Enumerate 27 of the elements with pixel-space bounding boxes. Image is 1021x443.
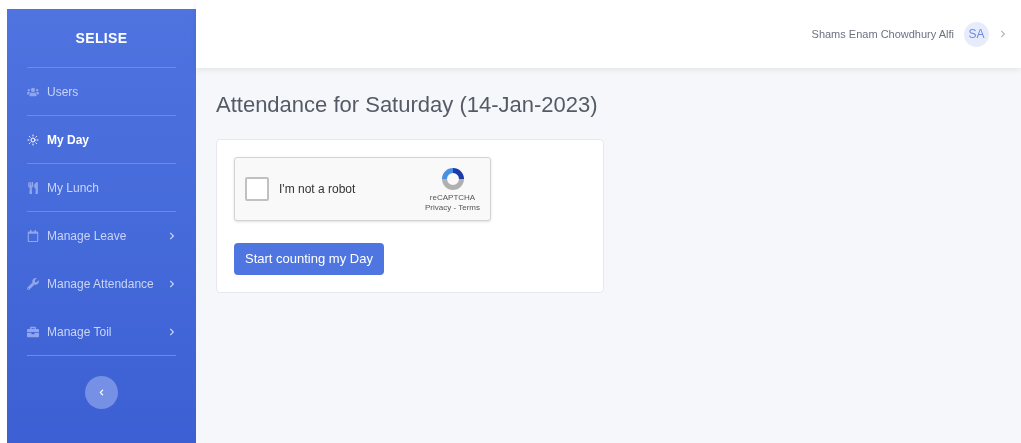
captcha-checkbox[interactable] — [245, 177, 269, 201]
users-icon — [27, 85, 39, 98]
chevron-right-icon[interactable] — [999, 30, 1007, 38]
captcha-links[interactable]: Privacy - Terms — [425, 203, 480, 213]
utensils-icon — [27, 181, 39, 194]
chevron-right-icon — [168, 232, 176, 240]
sidebar-item[interactable]: Manage Attendance — [27, 260, 176, 308]
sidebar-item[interactable]: Manage Leave — [27, 212, 176, 260]
sidebar-item[interactable]: Users — [27, 68, 176, 116]
chevron-right-icon — [168, 280, 176, 288]
sidebar-item[interactable]: My Lunch — [27, 164, 176, 212]
collapse-button[interactable] — [85, 376, 118, 409]
sidebar-item[interactable]: Manage Toil — [27, 308, 176, 356]
calendar-icon — [27, 230, 39, 242]
wrench-icon — [27, 278, 39, 290]
brand-logo: SELISE — [27, 9, 176, 68]
start-day-button[interactable]: Start counting my Day — [234, 243, 384, 275]
sun-icon — [27, 133, 39, 146]
sidebar-item[interactable]: My Day — [27, 116, 176, 164]
captcha-label: I'm not a robot — [279, 181, 357, 198]
chevron-right-icon — [168, 327, 176, 336]
user-avatar[interactable]: SA — [964, 21, 989, 47]
briefcase-icon — [27, 325, 39, 338]
page-title: Attendance for Saturday (14-Jan-2023) — [216, 91, 599, 119]
user-name[interactable]: Shams Enam Chowdhury Alfi — [811, 25, 954, 43]
chevron-left-icon — [98, 389, 105, 396]
captcha-brand: reCAPTCHA — [429, 193, 476, 203]
